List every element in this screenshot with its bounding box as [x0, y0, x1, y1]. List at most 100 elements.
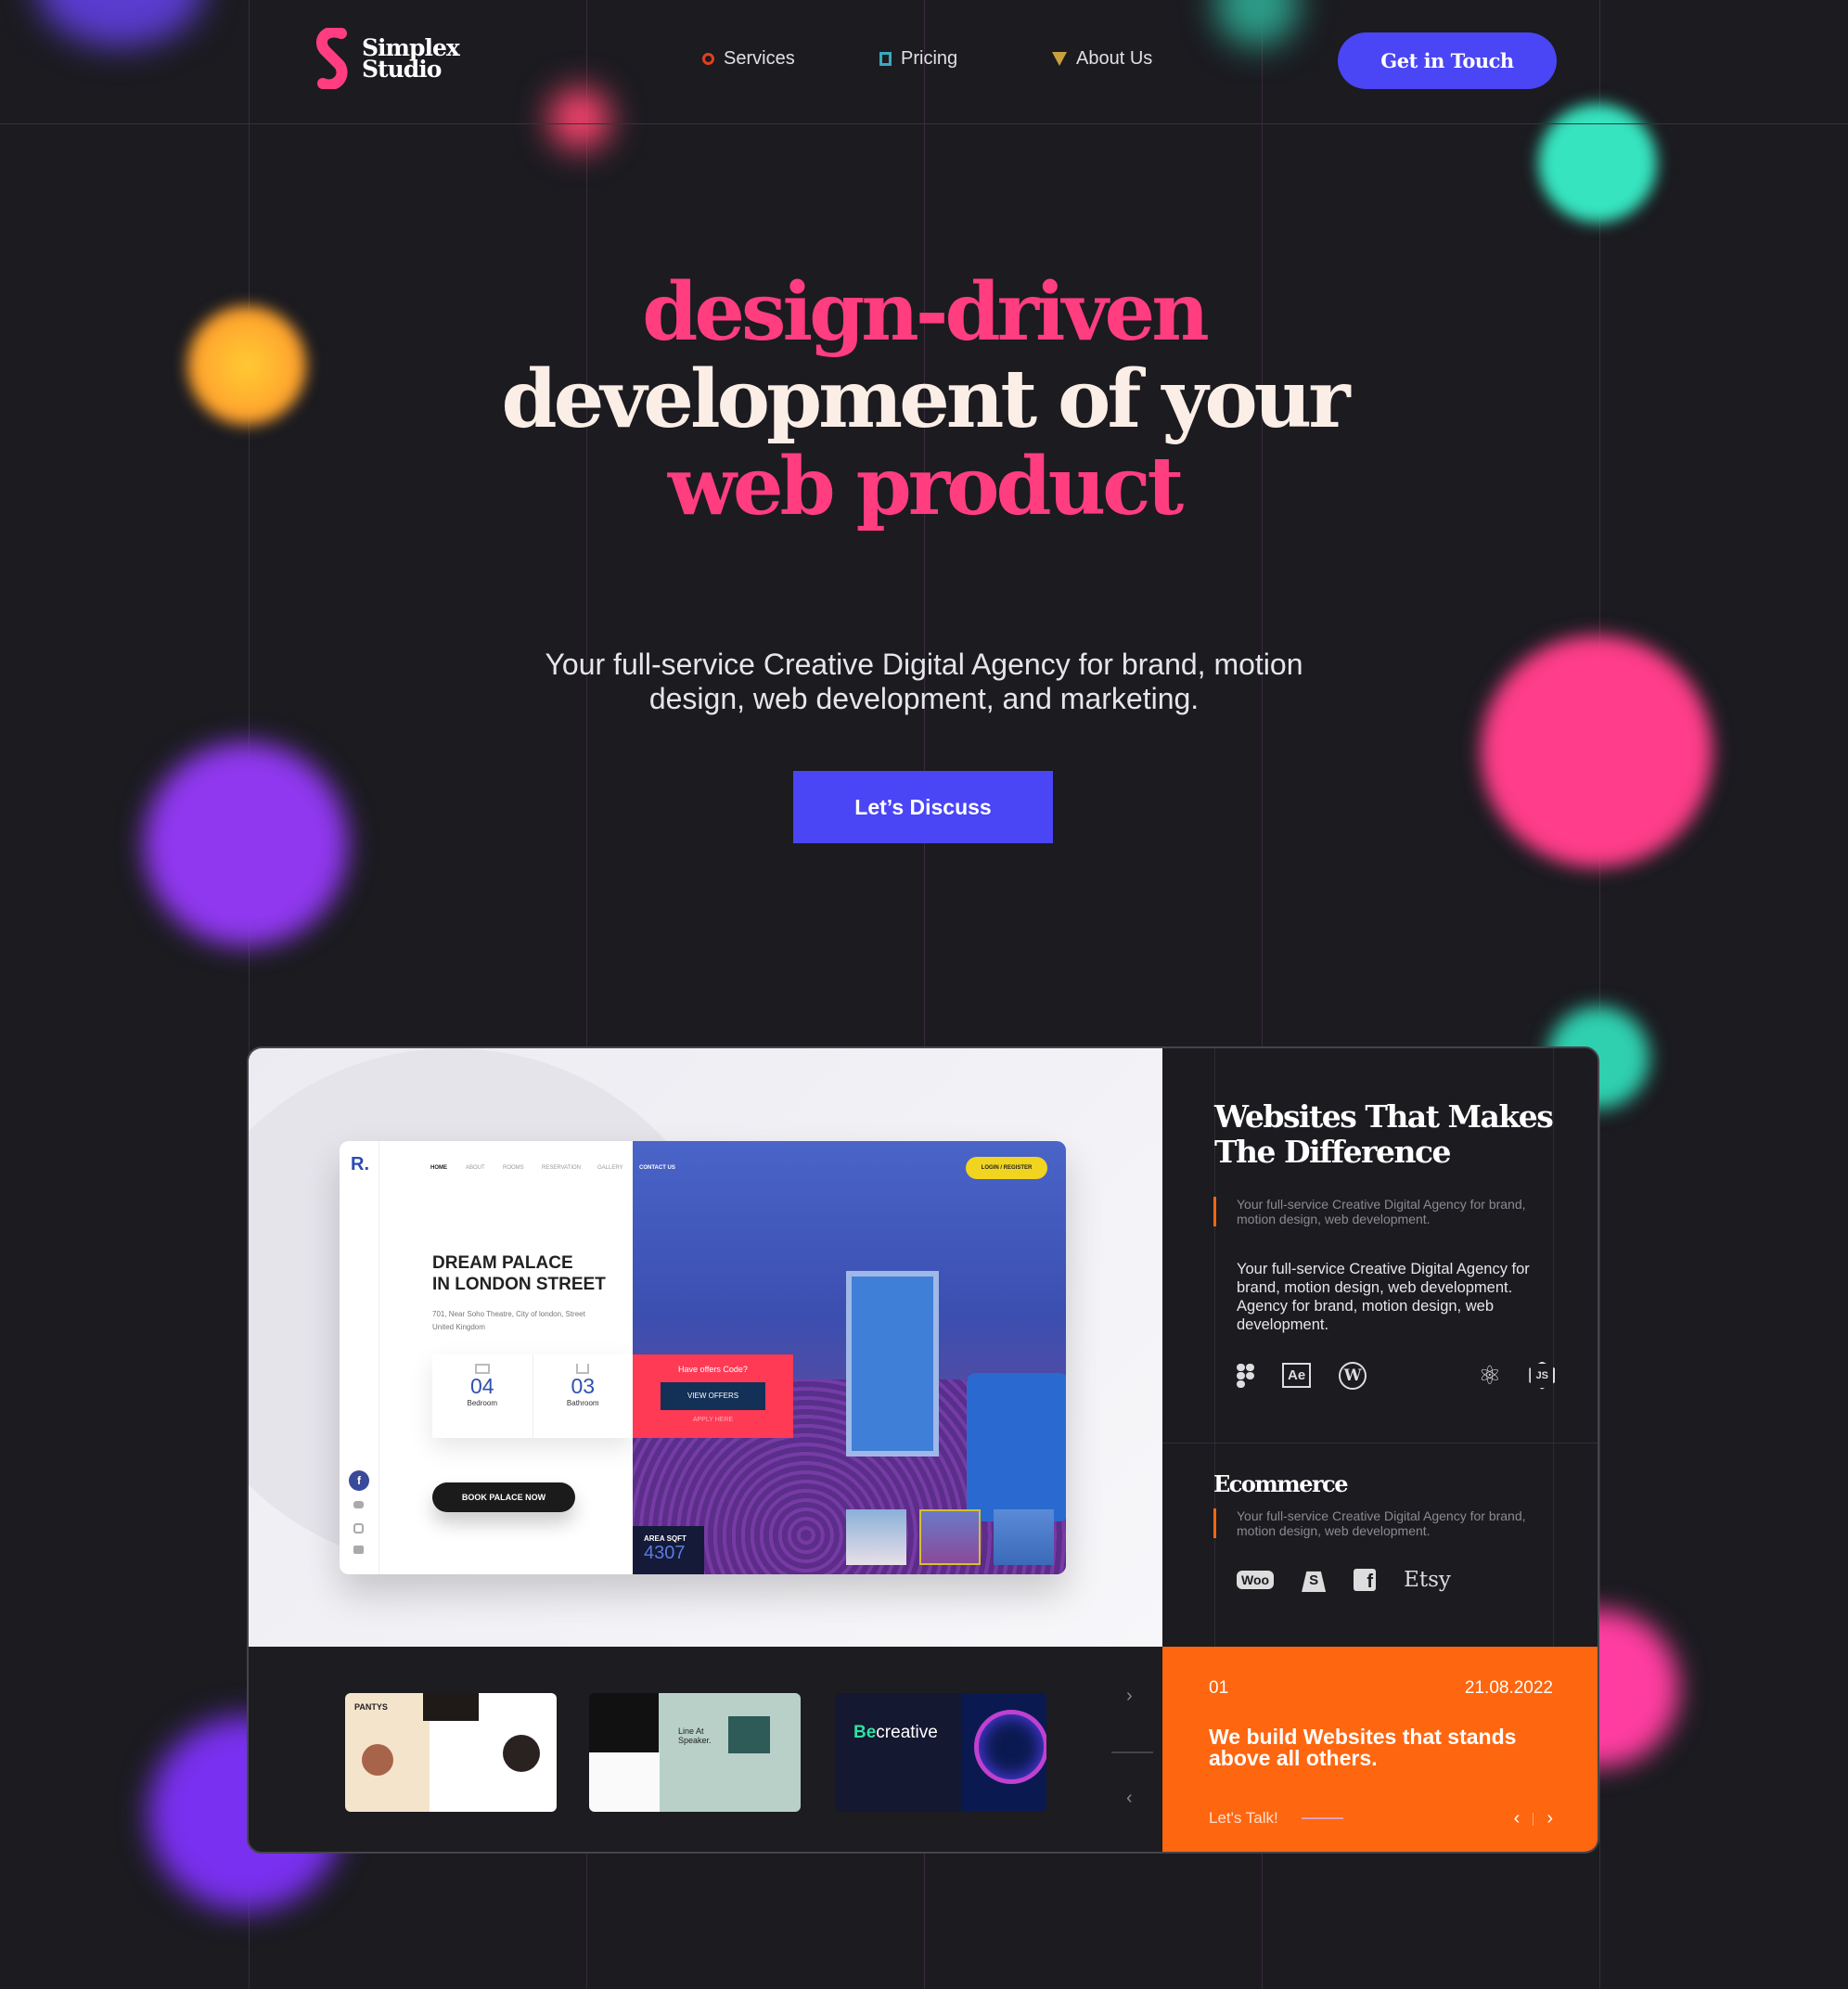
address-line: United Kingdom [432, 1323, 485, 1331]
logo[interactable]: Simplex Studio [315, 28, 460, 89]
gallery-thumb[interactable] [846, 1509, 906, 1565]
thumb-title: Line At Speaker. [678, 1726, 712, 1745]
slide-prev-icon[interactable]: ‹ [1514, 1808, 1521, 1829]
apply-here-link[interactable]: APPLY HERE [633, 1417, 793, 1423]
lets-discuss-button[interactable]: Let’s Discuss [793, 771, 1053, 843]
bed-icon [474, 1364, 490, 1374]
mockup-nav-about[interactable]: ABOUT [466, 1165, 485, 1171]
facebook-icon: f [1354, 1569, 1377, 1592]
mockup-nav-reservation[interactable]: RESERVATION [542, 1165, 581, 1171]
ecommerce-quote: Your full-service Creative Digital Agenc… [1213, 1508, 1566, 1538]
shopify-icon: S [1302, 1571, 1327, 1592]
react-icon: ⚛ [1478, 1361, 1502, 1390]
next-arrow-icon[interactable]: › [1126, 1686, 1133, 1707]
circle-icon [702, 53, 714, 65]
figma-icon [1237, 1363, 1254, 1388]
book-palace-button[interactable]: BOOK PALACE NOW [432, 1482, 575, 1512]
area-value: 4307 [644, 1543, 686, 1563]
login-register-button[interactable]: LOGIN / REGISTER [966, 1157, 1047, 1179]
gallery-thumb[interactable] [994, 1509, 1054, 1565]
offer-title: Have offers Code? [678, 1365, 748, 1374]
creative-text: creative [876, 1723, 938, 1742]
woocommerce-icon: Woo [1237, 1571, 1275, 1589]
nav-label: About Us [1076, 48, 1153, 69]
panel-title: Websites That Makes The Difference [1214, 1098, 1554, 1170]
nav-label: Pricing [901, 48, 958, 69]
view-offers-button[interactable]: VIEW OFFERS [661, 1382, 765, 1410]
nav-services[interactable]: Services [702, 48, 795, 70]
nav-pricing[interactable]: Pricing [879, 48, 957, 70]
hero-line-1: design-driven [642, 265, 1210, 359]
decor-blob [144, 742, 348, 946]
mockup-nav-contact[interactable]: CONTACT US [639, 1165, 675, 1171]
portfolio-thumb-pantys[interactable]: PANTYS [345, 1693, 557, 1812]
offer-box: Have offers Code? VIEW OFFERS APPLY HERE [633, 1354, 793, 1438]
logo-s-icon [315, 28, 348, 89]
hotel-mockup: R. f HOME ABOUT ROOMS RESERVATION GALLER… [340, 1141, 1066, 1574]
etsy-icon: Etsy [1404, 1568, 1451, 1592]
area-box: AREA SQFT 4307 [633, 1526, 704, 1574]
after-effects-icon: Ae [1282, 1363, 1312, 1388]
property-address: 701, Near Soho Theatre, City of london, … [432, 1308, 585, 1334]
subtitle-line: Your full-service Creative Digital Agenc… [545, 648, 1303, 681]
portfolio-thumb-creative[interactable]: Becreative [835, 1693, 1046, 1812]
thumb-title: PANTYS [354, 1702, 388, 1712]
subtitle-line: design, web development, and marketing. [648, 682, 1200, 715]
panel-body: Your full-service Creative Digital Agenc… [1237, 1261, 1530, 1333]
decor-blob [37, 0, 204, 46]
twitter-icon[interactable] [353, 1501, 364, 1508]
room-stats: 04 Bedroom 03 Bathroom [432, 1354, 633, 1438]
portfolio-thumb-speaker[interactable]: Line At Speaker. [589, 1693, 801, 1812]
hero-line-2: development of your [501, 353, 1350, 446]
get-in-touch-button[interactable]: Get in Touch [1338, 32, 1557, 89]
featured-slide: 01 21.08.2022 We build Websites that stan… [1162, 1647, 1598, 1852]
facebook-icon[interactable]: f [349, 1470, 369, 1491]
title-line: IN LONDON STREET [432, 1275, 606, 1294]
decor-blob [1215, 0, 1299, 46]
thumb-title: Becreative [853, 1723, 938, 1742]
decor-blob [1538, 104, 1657, 223]
nav-about-us[interactable]: About Us [1052, 48, 1152, 70]
mockup-nav-rooms[interactable]: ROOMS [503, 1165, 524, 1171]
mockup-nav-home[interactable]: HOME [430, 1165, 447, 1171]
triangle-icon [1052, 52, 1067, 66]
be-text: Be [853, 1723, 877, 1742]
decor-blob [549, 88, 610, 149]
line-decor [1301, 1817, 1343, 1819]
panel-quote: Your full-service Creative Digital Agenc… [1213, 1197, 1566, 1226]
title-line: The Difference [1214, 1134, 1452, 1170]
portfolio-strip: PANTYS Line At Speaker. Becreative › ‹ [249, 1647, 1162, 1852]
lets-talk-label: Let's Talk! [1209, 1809, 1278, 1827]
services-panel: Websites That Makes The Difference Your f… [1162, 1048, 1598, 1647]
bathroom-count: 03 [571, 1374, 596, 1398]
prev-arrow-icon[interactable]: ‹ [1126, 1788, 1133, 1809]
showcase-card: R. f HOME ABOUT ROOMS RESERVATION GALLER… [247, 1046, 1599, 1854]
bathtub-icon [576, 1364, 590, 1374]
area-label: AREA SQFT [644, 1534, 687, 1543]
mockup-nav-gallery[interactable]: GALLERY [597, 1165, 623, 1171]
bedroom-label: Bedroom [467, 1399, 497, 1407]
address-line: 701, Near Soho Theatre, City of london, … [432, 1310, 585, 1318]
title-line: Websites That Makes [1214, 1098, 1554, 1135]
slide-headline: We build Websites that stands above all … [1209, 1725, 1517, 1770]
youtube-icon[interactable] [353, 1546, 364, 1554]
slide-index: 01 [1209, 1678, 1229, 1698]
hero-subtitle: Your full-service Creative Digital Agenc… [0, 648, 1848, 716]
lets-talk-link[interactable]: Let's Talk! [1209, 1809, 1343, 1828]
property-title: DREAM PALACE IN LONDON STREET [432, 1252, 606, 1295]
slide-date: 21.08.2022 [1464, 1678, 1553, 1698]
slide-next-icon[interactable]: › [1546, 1808, 1553, 1829]
bathroom-label: Bathroom [566, 1399, 599, 1407]
ecommerce-title: Ecommerce [1213, 1470, 1349, 1497]
mockup-logo: R. [351, 1154, 369, 1174]
nav-label: Services [724, 48, 795, 69]
instagram-icon[interactable] [353, 1523, 364, 1533]
hero-line-3: web product [667, 440, 1184, 533]
gallery-thumb[interactable] [919, 1509, 981, 1565]
wordpress-icon: W [1339, 1361, 1367, 1390]
nodejs-icon: JS [1529, 1361, 1556, 1390]
title-line: DREAM PALACE [432, 1253, 573, 1273]
logo-text-2: Studio [362, 56, 442, 83]
bedroom-count: 04 [469, 1374, 494, 1398]
square-icon [879, 52, 892, 66]
